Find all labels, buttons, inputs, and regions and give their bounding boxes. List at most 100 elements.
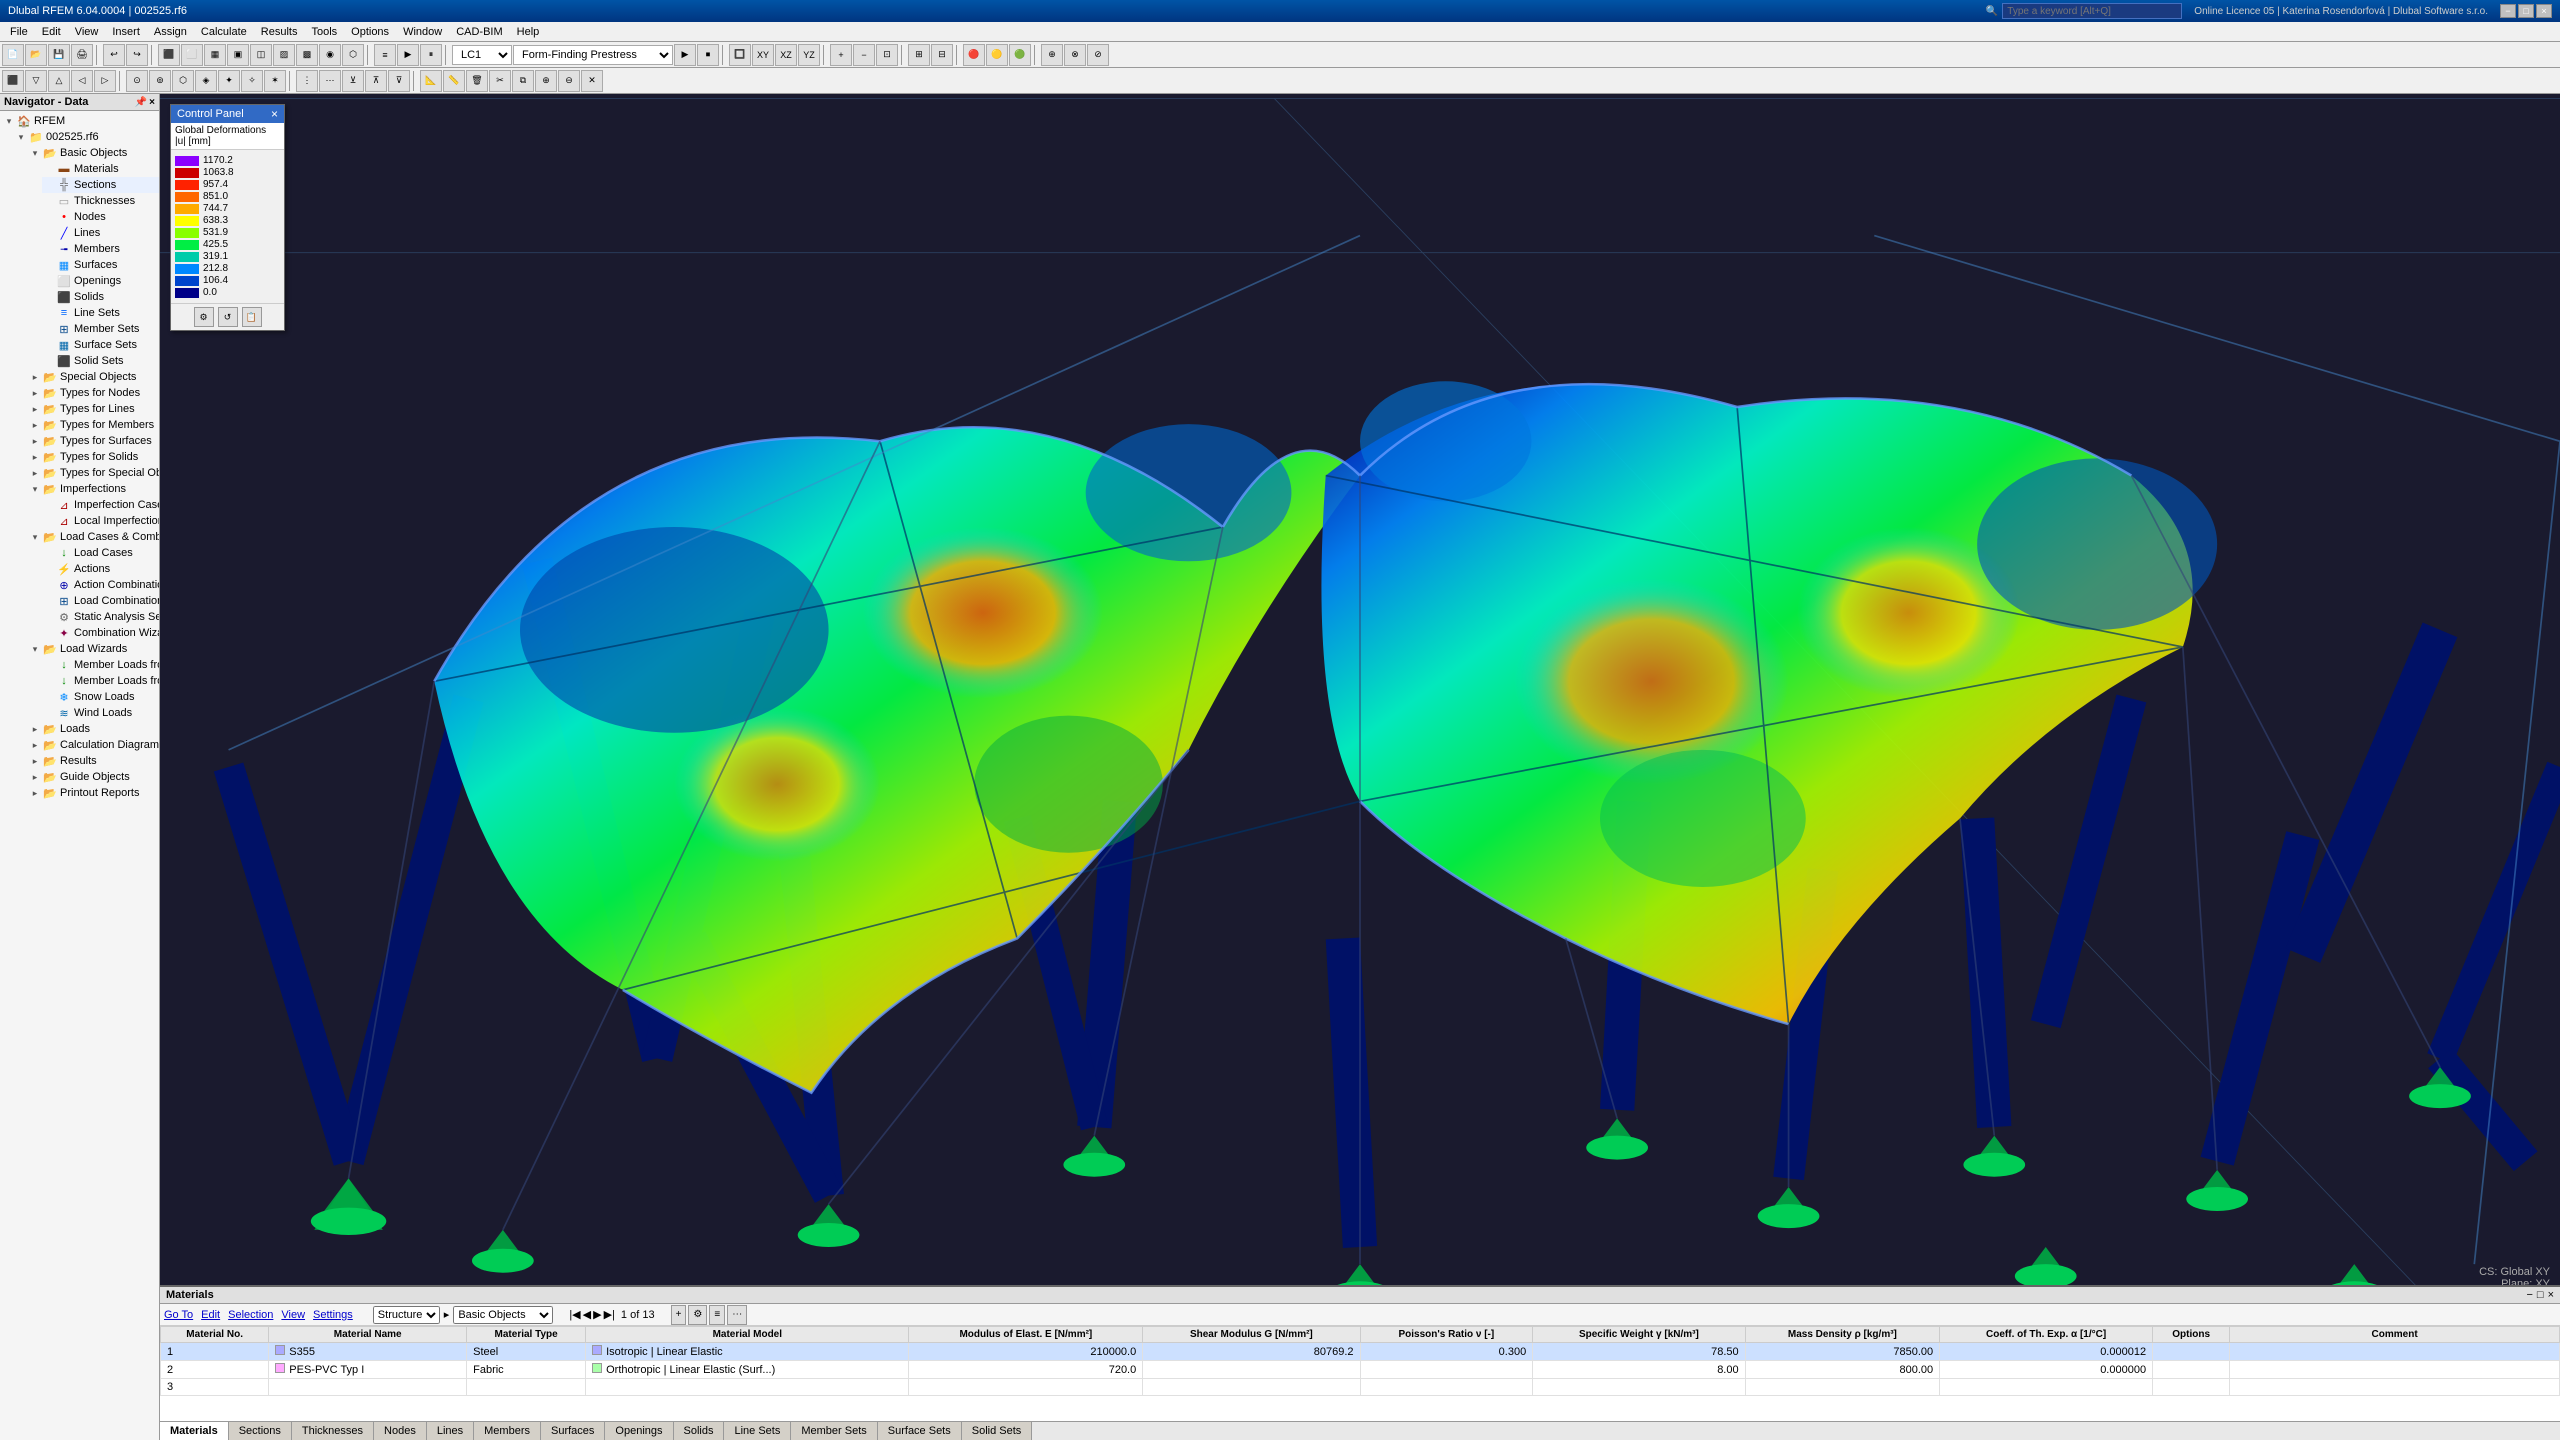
view-xy[interactable]: XY	[752, 44, 774, 66]
view-xz[interactable]: XZ	[775, 44, 797, 66]
tree-snow-loads[interactable]: ❄ Snow Loads	[42, 689, 159, 705]
menu-cadbim[interactable]: CAD-BIM	[450, 24, 508, 40]
tb2-15[interactable]: ⊻	[342, 70, 364, 92]
tb12[interactable]: ≡	[374, 44, 396, 66]
analysis-select[interactable]: Form-Finding Prestress	[513, 45, 673, 65]
save-btn[interactable]: 💾	[48, 44, 70, 66]
tree-actions[interactable]: ⚡ Actions	[42, 561, 159, 577]
tb2-25[interactable]: ✕	[581, 70, 603, 92]
tb2-9[interactable]: ◈	[195, 70, 217, 92]
tb2-11[interactable]: ✧	[241, 70, 263, 92]
tb7[interactable]: ◫	[250, 44, 272, 66]
tab-surfaces[interactable]: Surfaces	[541, 1422, 605, 1440]
cp-reset-btn[interactable]: ↺	[218, 307, 238, 327]
tree-surfaces[interactable]: ▦ Surfaces	[42, 257, 159, 273]
tree-linesets[interactable]: ≡ Line Sets	[42, 305, 159, 321]
view-label[interactable]: View	[281, 1309, 305, 1321]
menu-assign[interactable]: Assign	[148, 24, 193, 40]
tree-load-combinations[interactable]: ⊞ Load Combinations	[42, 593, 159, 609]
tb14[interactable]: ⏸	[420, 44, 442, 66]
tab-materials[interactable]: Materials	[160, 1422, 229, 1440]
bt-add[interactable]: +	[671, 1305, 687, 1325]
tb2-21[interactable]: ✂	[489, 70, 511, 92]
select-all[interactable]: ⊞	[908, 44, 930, 66]
snap1[interactable]: ⊕	[1041, 44, 1063, 66]
search-input[interactable]	[2002, 3, 2182, 19]
menu-window[interactable]: Window	[397, 24, 448, 40]
tab-solid-sets[interactable]: Solid Sets	[962, 1422, 1033, 1440]
tb2-7[interactable]: ⊚	[149, 70, 171, 92]
tree-lines[interactable]: ╱ Lines	[42, 225, 159, 241]
tab-sections[interactable]: Sections	[229, 1422, 292, 1440]
tree-load-cases[interactable]: ↓ Load Cases	[42, 545, 159, 561]
filter-sub-select[interactable]: Basic Objects	[453, 1306, 553, 1324]
zoom-in[interactable]: +	[830, 44, 852, 66]
bt-filter2[interactable]: ≡	[709, 1305, 725, 1325]
maximize-btn[interactable]: □	[2518, 4, 2534, 18]
menu-insert[interactable]: Insert	[106, 24, 146, 40]
tb2-6[interactable]: ⊙	[126, 70, 148, 92]
view-3d[interactable]: 🔲	[729, 44, 751, 66]
tree-calc-diagrams[interactable]: ▸ 📂 Calculation Diagrams	[28, 737, 159, 753]
undo-btn[interactable]: ↩	[103, 44, 125, 66]
tree-types-members[interactable]: ▸ 📂 Types for Members	[28, 417, 159, 433]
nav-first[interactable]: |◀	[569, 1308, 580, 1321]
tb2-4[interactable]: ◁	[71, 70, 93, 92]
filter-select[interactable]: Structure	[373, 1306, 440, 1324]
tree-imperfections[interactable]: ▾ 📂 Imperfections	[28, 481, 159, 497]
table-row[interactable]: 1S355SteelIsotropic | Linear Elastic2100…	[161, 1343, 2560, 1361]
tree-local-imperfections[interactable]: ⊿ Local Imperfections	[42, 513, 159, 529]
zoom-fit[interactable]: ⊡	[876, 44, 898, 66]
tab-openings[interactable]: Openings	[605, 1422, 673, 1440]
tree-sections[interactable]: ╬ Sections	[42, 177, 159, 193]
tb2-18[interactable]: 📐	[420, 70, 442, 92]
tb2-23[interactable]: ⊕	[535, 70, 557, 92]
nav-next[interactable]: ▶	[593, 1308, 601, 1321]
tree-combination-wizards[interactable]: ✦ Combination Wizards	[42, 625, 159, 641]
nav-prev[interactable]: ◀	[583, 1308, 591, 1321]
tree-openings[interactable]: ⬜ Openings	[42, 273, 159, 289]
tb2-14[interactable]: ⋯	[319, 70, 341, 92]
cp-export-btn[interactable]: 📋	[242, 307, 262, 327]
tb13[interactable]: ▶	[397, 44, 419, 66]
cp-close-btn[interactable]: ×	[271, 107, 278, 121]
tab-members[interactable]: Members	[474, 1422, 541, 1440]
tb2-2[interactable]: ▽	[25, 70, 47, 92]
filter1[interactable]: 🔴	[963, 44, 985, 66]
snap3[interactable]: ⊘	[1087, 44, 1109, 66]
table-row[interactable]: 2PES-PVC Typ IFabricOrthotropic | Linear…	[161, 1361, 2560, 1379]
menu-tools[interactable]: Tools	[305, 24, 343, 40]
selection-label[interactable]: Selection	[228, 1309, 273, 1321]
tab-lines[interactable]: Lines	[427, 1422, 474, 1440]
tb9[interactable]: ▩	[296, 44, 318, 66]
bt-settings2[interactable]: ⚙	[688, 1305, 707, 1325]
tree-results[interactable]: ▸ 📂 Results	[28, 753, 159, 769]
redo-btn[interactable]: ↪	[126, 44, 148, 66]
tree-static-analysis[interactable]: ⚙ Static Analysis Settings	[42, 609, 159, 625]
tb2-5[interactable]: ▷	[94, 70, 116, 92]
nav-last[interactable]: ▶|	[604, 1308, 615, 1321]
view-yz[interactable]: YZ	[798, 44, 820, 66]
tb6[interactable]: ▣	[227, 44, 249, 66]
tb10[interactable]: ◉	[319, 44, 341, 66]
tree-loads[interactable]: ▸ 📂 Loads	[28, 721, 159, 737]
tree-types-solids[interactable]: ▸ 📂 Types for Solids	[28, 449, 159, 465]
tb3[interactable]: ⬛	[158, 44, 180, 66]
tree-types-nodes[interactable]: ▸ 📂 Types for Nodes	[28, 385, 159, 401]
tb2-10[interactable]: ✦	[218, 70, 240, 92]
tab-solids[interactable]: Solids	[674, 1422, 725, 1440]
menu-options[interactable]: Options	[345, 24, 395, 40]
menu-view[interactable]: View	[69, 24, 105, 40]
table-row[interactable]: 3	[161, 1379, 2560, 1396]
lc-select[interactable]: LC1	[452, 45, 512, 65]
menu-file[interactable]: File	[4, 24, 34, 40]
tb2-12[interactable]: ✶	[264, 70, 286, 92]
stop-btn[interactable]: ⏹	[697, 44, 719, 66]
tree-file[interactable]: ▾ 📁 002525.rf6	[14, 129, 159, 145]
tree-special-objects[interactable]: ▸ 📂 Special Objects	[28, 369, 159, 385]
tree-member-free-line[interactable]: ↓ Member Loads from Free Line Load	[42, 673, 159, 689]
tb2-19[interactable]: 📏	[443, 70, 465, 92]
tb5[interactable]: ▦	[204, 44, 226, 66]
tb11[interactable]: ⬡	[342, 44, 364, 66]
goto-label[interactable]: Go To	[164, 1309, 193, 1321]
